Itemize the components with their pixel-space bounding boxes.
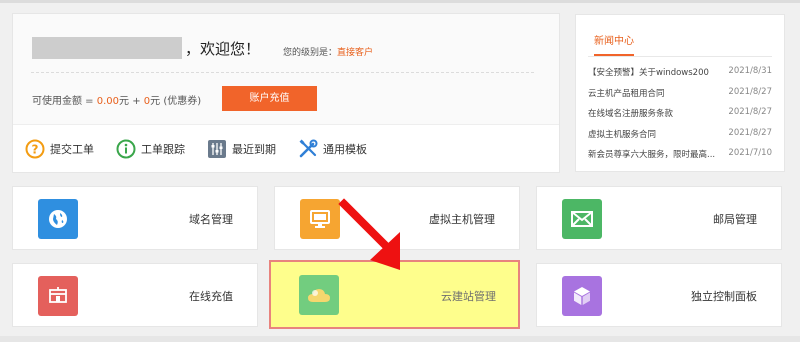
monitor-icon: [300, 199, 340, 239]
domain-management-card[interactable]: 域名管理: [12, 186, 258, 250]
mail-management-card[interactable]: 邮局管理: [536, 186, 782, 250]
recently-expiring-link[interactable]: 最近到期: [207, 139, 276, 159]
card-label: 独立控制面板: [691, 290, 757, 303]
welcome-header: ，欢迎您！ 您的级别是：直接客户 可使用金额 = 0.00元 + 0元 (优惠券…: [13, 14, 559, 124]
tools-icon: [298, 139, 318, 159]
dashed-divider: [31, 72, 534, 73]
news-item[interactable]: 虚拟主机服务合同 2021/8/27: [588, 128, 772, 149]
cloud-site-management-card[interactable]: 云建站管理: [269, 260, 520, 329]
news-item[interactable]: 新会员尊享六大服务，限时最高... 2021/7/10: [588, 148, 772, 169]
quick-link-label: 提交工单: [50, 142, 94, 156]
masked-username: [32, 37, 182, 59]
account-recharge-button[interactable]: 账户充值: [222, 86, 317, 111]
card-label: 邮局管理: [713, 213, 757, 226]
cloud-icon: [299, 275, 339, 315]
ticket-tracking-link[interactable]: 工单跟踪: [116, 139, 185, 159]
news-item[interactable]: 云主机产品租用合同 2021/8/27: [588, 87, 772, 108]
quick-link-label: 通用模板: [323, 142, 367, 156]
cube-icon: [562, 276, 602, 316]
balance-prefix: 可使用金额 =: [32, 96, 97, 107]
mail-icon: [562, 199, 602, 239]
control-panel-card[interactable]: 独立控制面板: [536, 263, 782, 327]
level-value: 直接客户: [337, 48, 374, 58]
news-date: 2021/8/27: [728, 107, 772, 117]
news-title: 新会员尊享六大服务，限时最高...: [588, 150, 716, 160]
card-label: 在线充值: [189, 290, 233, 303]
quick-link-label: 工单跟踪: [141, 142, 185, 156]
news-title: 【安全预警】关于windows200: [588, 68, 709, 78]
news-title: 在线域名注册服务条款: [588, 109, 674, 119]
news-date: 2021/8/27: [728, 86, 772, 97]
question-circle-icon: ?: [25, 139, 45, 159]
customer-level: 您的级别是：直接客户: [283, 45, 373, 58]
balance-info: 可使用金额 = 0.00元 + 0元 (优惠券): [32, 92, 201, 107]
news-date: 2021/8/27: [728, 127, 772, 138]
quick-links: ? 提交工单 工单跟踪 最近到期 通用模板: [13, 124, 559, 172]
submit-ticket-link[interactable]: ? 提交工单: [25, 139, 94, 159]
quick-link-label: 最近到期: [232, 142, 276, 156]
level-label: 您的级别是：: [283, 48, 338, 58]
online-recharge-card[interactable]: 在线充值: [12, 263, 258, 327]
news-center-tab[interactable]: 新闻中心: [594, 32, 634, 56]
news-title: 云主机产品租用合同: [588, 88, 665, 99]
news-date: 2021/7/10: [728, 148, 772, 158]
news-item[interactable]: 【安全预警】关于windows200 2021/8/31: [588, 66, 772, 87]
news-panel: 新闻中心 【安全预警】关于windows200 2021/8/31 云主机产品租用…: [575, 14, 785, 172]
info-circle-icon: [116, 139, 136, 159]
news-item[interactable]: 在线域名注册服务条款 2021/8/27: [588, 107, 772, 128]
sliders-icon: [207, 139, 227, 159]
globe-icon: [38, 199, 78, 239]
news-header: 新闻中心: [588, 15, 772, 57]
card-label: 虚拟主机管理: [429, 213, 495, 226]
card-label: 域名管理: [189, 213, 233, 226]
balance-amount: 0.00: [96, 96, 120, 107]
balance-mid: 元 +: [119, 96, 144, 107]
balance-suffix: 元 (优惠券): [150, 96, 202, 107]
common-templates-link[interactable]: 通用模板: [298, 139, 367, 159]
top-divider: [0, 0, 800, 3]
news-list: 【安全预警】关于windows200 2021/8/31 云主机产品租用合同 202…: [588, 57, 772, 169]
welcome-panel: ，欢迎您！ 您的级别是：直接客户 可使用金额 = 0.00元 + 0元 (优惠券…: [12, 13, 560, 173]
card-label: 云建站管理: [441, 290, 496, 303]
news-date: 2021/8/31: [728, 66, 772, 76]
bottom-row-edge: [0, 336, 800, 342]
svg-text:?: ?: [32, 142, 39, 156]
virtual-host-management-card[interactable]: 虚拟主机管理: [274, 186, 520, 250]
news-title: 虚拟主机服务合同: [588, 129, 657, 140]
recharge-icon: [38, 276, 78, 316]
greeting-text: ，欢迎您！: [185, 40, 261, 58]
